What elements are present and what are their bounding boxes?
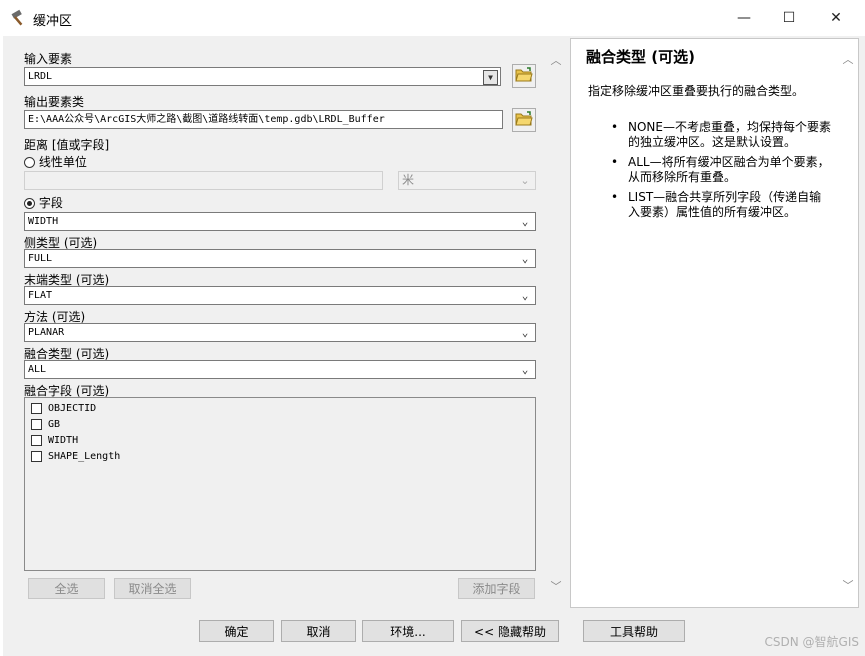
- linear-unit-label: 线性单位: [38, 155, 87, 169]
- window-title: 缓冲区: [33, 14, 73, 29]
- input-features-combo[interactable]: LRDL ▼: [24, 67, 501, 86]
- help-description: 指定移除缓冲区重叠要执行的融合类型。: [588, 84, 805, 98]
- linear-unit-radio[interactable]: [24, 157, 35, 168]
- distance-label: 距离 [值或字段]: [24, 138, 110, 152]
- linear-unit-select[interactable]: 米 ⌄: [398, 171, 536, 190]
- watermark: CSDN @智航GIS: [764, 635, 859, 649]
- scroll-down-arrow-icon[interactable]: ﹀: [547, 578, 565, 594]
- list-item[interactable]: SHAPE_Length: [31, 448, 120, 464]
- help-bullet: LIST—融合共享所列字段（传递自输入要素）属性值的所有缓冲区。: [611, 190, 833, 220]
- scroll-up-arrow-icon[interactable]: ︿: [839, 51, 857, 67]
- parameters-scrollbar[interactable]: ︿ ﹀: [547, 40, 565, 606]
- close-button[interactable]: ✕: [813, 4, 859, 32]
- checkbox[interactable]: [31, 450, 42, 462]
- field-name: GB: [48, 418, 61, 430]
- chevron-down-icon[interactable]: ⌄: [518, 213, 532, 230]
- field-option[interactable]: 字段: [24, 194, 63, 211]
- scroll-down-arrow-icon[interactable]: ﹀: [839, 577, 857, 593]
- select-all-button[interactable]: 全选: [28, 578, 105, 599]
- side-type-value: FULL: [28, 253, 53, 264]
- input-features-label: 输入要素: [24, 52, 73, 66]
- chevron-down-icon[interactable]: ▼: [483, 70, 498, 85]
- distance-field-select[interactable]: WIDTH ⌄: [24, 212, 536, 231]
- maximize-button[interactable]: ☐: [766, 4, 812, 32]
- tool-help-button[interactable]: 工具帮助: [583, 620, 685, 642]
- chevron-down-icon[interactable]: ⌄: [518, 250, 532, 267]
- checkbox[interactable]: [31, 434, 42, 446]
- distance-field-value: WIDTH: [28, 216, 59, 227]
- field-radio[interactable]: [24, 198, 35, 209]
- hide-help-button[interactable]: << 隐藏帮助: [461, 620, 559, 642]
- help-bullets: NONE—不考虑重叠，均保持每个要素的独立缓冲区。这是默认设置。 ALL—将所有…: [611, 120, 833, 225]
- output-class-input[interactable]: E:\AAA公众号\ArcGIS大师之路\截图\道路线转面\temp.gdb\L…: [24, 110, 503, 129]
- folder-open-icon: [515, 110, 533, 130]
- chevron-down-icon[interactable]: ⌄: [518, 361, 532, 378]
- side-type-select[interactable]: FULL ⌄: [24, 249, 536, 268]
- cancel-button[interactable]: 取消: [281, 620, 356, 642]
- input-features-value: LRDL: [28, 71, 53, 82]
- list-item[interactable]: GB: [31, 416, 60, 432]
- checkbox[interactable]: [31, 402, 42, 414]
- dissolve-fields-list[interactable]: OBJECTID GB WIDTH SHAPE_Length: [24, 397, 536, 571]
- field-option-label: 字段: [38, 196, 63, 210]
- folder-open-icon: [515, 66, 533, 86]
- help-bullet: NONE—不考虑重叠，均保持每个要素的独立缓冲区。这是默认设置。: [611, 120, 833, 150]
- output-browse-button[interactable]: [512, 108, 536, 132]
- list-item[interactable]: WIDTH: [31, 432, 78, 448]
- chevron-down-icon[interactable]: ⌄: [518, 324, 532, 341]
- method-select[interactable]: PLANAR ⌄: [24, 323, 536, 342]
- dissolve-type-select[interactable]: ALL ⌄: [24, 360, 536, 379]
- method-value: PLANAR: [28, 327, 65, 338]
- environments-button[interactable]: 环境...: [362, 620, 454, 642]
- minimize-button[interactable]: —: [721, 4, 767, 32]
- linear-unit-option[interactable]: 线性单位: [24, 153, 87, 170]
- hammer-icon: [10, 9, 28, 27]
- help-bullet: ALL—将所有缓冲区融合为单个要素，从而移除所有重叠。: [611, 155, 833, 185]
- left-edge: [0, 36, 3, 656]
- output-class-label: 输出要素类: [24, 95, 85, 109]
- checkbox[interactable]: [31, 418, 42, 430]
- add-field-button[interactable]: 添加字段: [458, 578, 535, 599]
- chevron-down-icon[interactable]: ⌄: [518, 287, 532, 304]
- linear-distance-input[interactable]: [24, 171, 383, 190]
- linear-unit-value: 米: [402, 173, 415, 187]
- input-browse-button[interactable]: [512, 64, 536, 88]
- ok-button[interactable]: 确定: [199, 620, 274, 642]
- scroll-up-arrow-icon[interactable]: ︿: [547, 52, 565, 68]
- help-title: 融合类型 (可选): [586, 48, 695, 66]
- field-name: OBJECTID: [48, 402, 97, 414]
- field-name: WIDTH: [48, 434, 79, 446]
- end-type-select[interactable]: FLAT ⌄: [24, 286, 536, 305]
- field-name: SHAPE_Length: [48, 450, 121, 462]
- unselect-all-button[interactable]: 取消全选: [114, 578, 191, 599]
- end-type-value: FLAT: [28, 290, 53, 301]
- dissolve-type-value: ALL: [28, 364, 47, 375]
- chevron-down-icon[interactable]: ⌄: [518, 172, 532, 189]
- list-item[interactable]: OBJECTID: [31, 400, 96, 416]
